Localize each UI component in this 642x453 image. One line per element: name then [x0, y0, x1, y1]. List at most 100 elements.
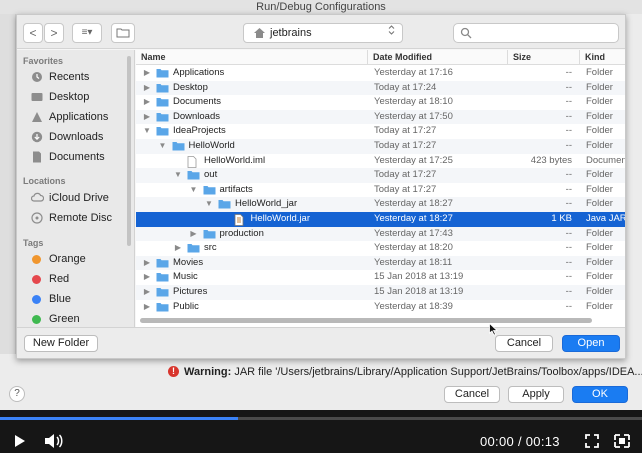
new-folder-button[interactable]: New Folder [24, 335, 98, 352]
column-date-modified[interactable]: Date Modified [367, 50, 507, 65]
disclosure-open-icon[interactable]: ▼ [173, 168, 183, 183]
row-size: -- [565, 183, 572, 195]
row-kind: Folder [586, 242, 613, 254]
dialog-footer: New Folder Cancel Open [17, 327, 625, 358]
row-kind: Folder [586, 81, 613, 93]
sidebar-item-downloads[interactable]: Downloads [31, 128, 131, 146]
sidebar-tag-green[interactable]: Green [31, 310, 131, 328]
row-name: Pictures [173, 286, 208, 297]
locations-heading: Locations [23, 176, 66, 186]
disclosure-open-icon[interactable]: ▼ [189, 183, 199, 198]
fullscreen-icon[interactable] [585, 434, 599, 448]
disclosure-closed-icon[interactable]: ▶ [142, 81, 152, 96]
sidebar-item-desktop[interactable]: Desktop [31, 88, 131, 106]
table-row[interactable]: HelloWorld.iml Yesterday at 17:25 423 byte… [136, 154, 625, 169]
help-button[interactable]: ? [9, 386, 25, 402]
disclosure-open-icon[interactable]: ▼ [142, 124, 152, 139]
table-row[interactable]: ▼ IdeaProjects Today at 17:27 -- Folder [136, 124, 625, 139]
table-row[interactable]: ▶ Documents Yesterday at 18:10 -- Folder [136, 95, 625, 110]
sidebar-item-applications[interactable]: Applications [31, 108, 131, 126]
video-progress-track[interactable] [0, 417, 642, 420]
table-row[interactable]: ▶ Downloads Yesterday at 17:50 -- Folder [136, 109, 625, 125]
row-size: -- [565, 242, 572, 254]
column-name[interactable]: Name [136, 50, 166, 65]
table-row[interactable]: ▶ Applications Yesterday at 17:16 -- Folder [136, 66, 625, 81]
table-row[interactable]: ▶ Pictures 15 Jan 2018 at 13:19 -- Folder [136, 285, 625, 300]
row-kind: Folder [586, 198, 613, 210]
row-kind: Folder [586, 183, 613, 195]
sidebar-item-label: Downloads [49, 131, 104, 143]
cloud-icon [30, 192, 45, 210]
row-date: Yesterday at 18:20 [374, 242, 453, 254]
row-name: Desktop [173, 81, 208, 93]
sidebar-item-icloud-drive[interactable]: iCloud Drive [30, 189, 131, 210]
dialog-cancel-button[interactable]: Cancel [495, 335, 553, 352]
back-button[interactable]: < [23, 23, 43, 43]
open-button[interactable]: Open [562, 335, 620, 352]
view-options-button[interactable]: ≡▾ [72, 23, 102, 43]
disc-icon [31, 212, 43, 230]
volume-icon[interactable] [44, 433, 64, 449]
horizontal-scrollbar[interactable] [140, 318, 592, 323]
table-row[interactable]: ▶ Movies Yesterday at 18:11 -- Folder [136, 255, 625, 271]
row-kind: Folder [586, 67, 613, 78]
disclosure-closed-icon[interactable]: ▶ [173, 241, 183, 256]
column-size[interactable]: Size [507, 50, 579, 65]
row-size: -- [565, 67, 572, 78]
disclosure-open-icon[interactable]: ▼ [204, 197, 214, 212]
disclosure-closed-icon[interactable]: ▶ [142, 300, 152, 315]
row-size: -- [565, 271, 572, 283]
play-icon[interactable] [14, 434, 26, 448]
row-size: -- [565, 125, 572, 137]
expand-icon[interactable] [614, 434, 630, 448]
table-row[interactable]: ▶ src Yesterday at 18:20 -- Folder [136, 241, 625, 256]
video-progress-fill [0, 417, 238, 420]
video-player-controls: 00:00 / 00:13 [0, 410, 642, 453]
tag-color-dot [32, 295, 41, 304]
new-folder-toolbar-button[interactable] [111, 23, 135, 43]
row-size: -- [565, 286, 572, 297]
row-name: Music [173, 271, 198, 283]
sidebar-tag-red[interactable]: Red [31, 270, 131, 288]
sidebar-tag-orange[interactable]: Orange [31, 250, 131, 268]
disclosure-closed-icon[interactable]: ▶ [142, 285, 152, 300]
table-row[interactable]: ▶ Desktop Today at 17:24 -- Folder [136, 80, 625, 96]
row-date: Today at 17:24 [374, 81, 437, 93]
sidebar-item-remote-disc[interactable]: Remote Disc [31, 209, 131, 227]
search-icon [460, 27, 472, 39]
disclosure-open-icon[interactable]: ▼ [158, 139, 168, 154]
sidebar-item-documents[interactable]: Documents [31, 148, 131, 166]
row-date: Yesterday at 17:16 [374, 67, 453, 78]
table-row[interactable]: ▼ HelloWorld_jar Yesterday at 18:27 -- Folde… [136, 197, 625, 212]
disclosure-closed-icon[interactable]: ▶ [142, 110, 152, 125]
sidebar-item-recents[interactable]: Recents [31, 68, 131, 86]
ok-button[interactable]: OK [572, 386, 628, 403]
search-input[interactable] [453, 23, 619, 43]
row-size: 1 KB [551, 213, 572, 224]
table-row[interactable]: HelloWorld.jar Yesterday at 18:27 1 KB Java… [136, 212, 625, 227]
warning-text: JAR file '/Users/jetbrains/Library/Appli… [234, 366, 642, 378]
table-row[interactable]: ▼ out Today at 17:27 -- Folder [136, 168, 625, 183]
desktop-icon [31, 91, 43, 109]
row-size: -- [565, 96, 572, 108]
disclosure-closed-icon[interactable]: ▶ [189, 227, 199, 242]
disclosure-closed-icon[interactable]: ▶ [142, 95, 152, 110]
sidebar-tag-blue[interactable]: Blue [31, 290, 131, 308]
column-kind[interactable]: Kind [579, 50, 625, 65]
location-popup[interactable]: jetbrains [243, 23, 403, 43]
table-row[interactable]: ▶ Music 15 Jan 2018 at 13:19 -- Folder [136, 270, 625, 285]
disclosure-closed-icon[interactable]: ▶ [142, 256, 152, 271]
row-name: Downloads [173, 110, 220, 122]
table-row[interactable]: ▶ Public Yesterday at 18:39 -- Folder [136, 300, 625, 315]
row-kind: Folder [586, 300, 613, 312]
forward-button[interactable]: > [44, 23, 64, 43]
warning-message: ! Warning: JAR file '/Users/jetbrains/Li… [168, 365, 642, 379]
table-row[interactable]: ▼ HelloWorld Today at 17:27 -- Folder [136, 139, 625, 154]
cancel-button[interactable]: Cancel [444, 386, 500, 403]
table-row[interactable]: ▶ production Yesterday at 17:43 -- Folder [136, 226, 625, 242]
table-row[interactable]: ▼ artifacts Today at 17:27 -- Folder [136, 183, 625, 198]
disclosure-closed-icon[interactable]: ▶ [142, 66, 152, 81]
apply-button[interactable]: Apply [508, 386, 564, 403]
row-name: IdeaProjects [173, 125, 226, 137]
disclosure-closed-icon[interactable]: ▶ [142, 270, 152, 285]
